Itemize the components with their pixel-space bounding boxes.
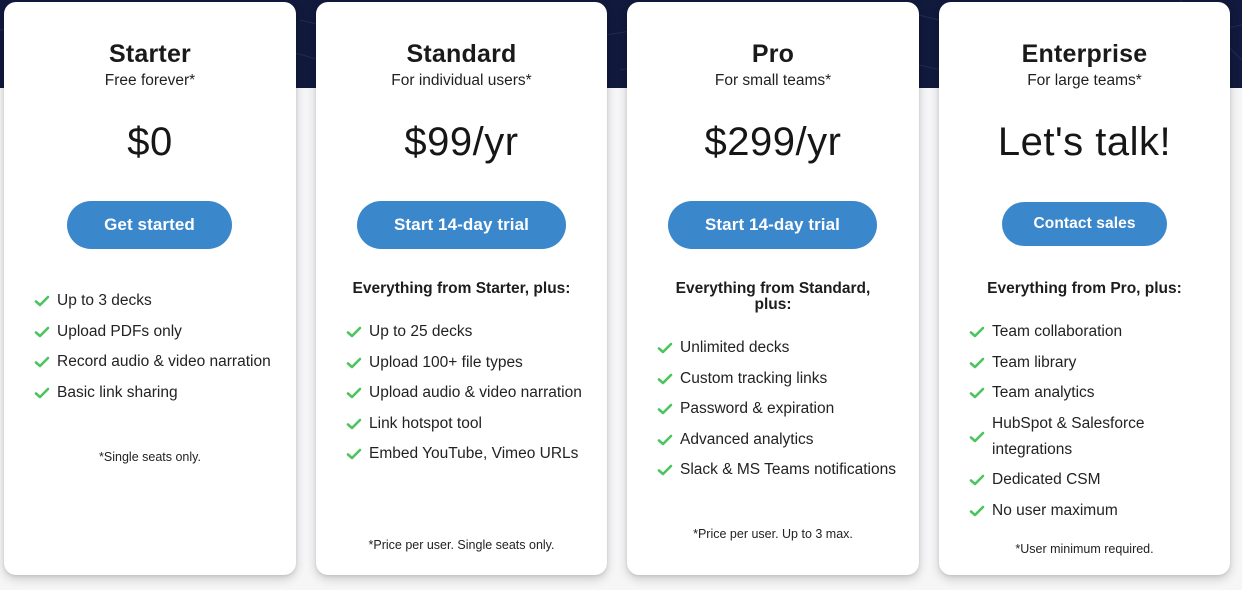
feature-label: Password & expiration	[680, 400, 835, 417]
check-icon	[657, 373, 673, 384]
feature-label: Slack & MS Teams notifications	[680, 461, 896, 478]
feature-label: No user maximum	[992, 501, 1118, 519]
feature-item: Record audio & video narration	[34, 349, 282, 375]
feature-label: Upload 100+ file types	[369, 353, 523, 371]
feature-label: Team collaboration	[992, 323, 1123, 340]
check-icon	[969, 387, 985, 399]
feature-label: Team library	[992, 353, 1077, 371]
feature-label: Basic link sharing	[57, 383, 178, 401]
plan-price: Let's talk!	[997, 120, 1172, 164]
plan-card-enterprise: Enterprise For large teams* Let's talk! …	[939, 2, 1230, 575]
check-icon	[346, 326, 362, 338]
plan-card-starter: Starter Free forever* $0 Get started Up …	[4, 2, 296, 575]
check-icon	[34, 326, 50, 337]
plan-subtitle: For small teams*	[714, 72, 832, 89]
check-icon	[969, 505, 985, 516]
feature-item: Dedicated CSM	[969, 467, 1216, 493]
feature-list: Up to 25 decks Upload 100+ file types Up…	[346, 319, 593, 472]
feature-label: Custom tracking links	[680, 369, 828, 387]
feature-label: Embed YouTube, Vimeo URLs	[369, 445, 579, 462]
feature-label: HubSpot & Salesforce integrations	[992, 414, 1145, 458]
feature-list: Unlimited decks Custom tracking links Pa…	[657, 335, 905, 488]
check-icon	[346, 448, 362, 460]
check-icon	[969, 431, 985, 442]
plan-price: $99/yr	[404, 120, 519, 164]
feature-item: HubSpot & Salesforce integrations	[969, 411, 1216, 463]
plan-price: $299/yr	[704, 120, 842, 164]
feature-label: Upload PDFs only	[57, 322, 182, 340]
feature-item: Link hotspot tool	[346, 411, 593, 437]
plan-name: Starter	[109, 40, 191, 68]
feature-label: Link hotspot tool	[369, 414, 482, 432]
plus-heading: Everything from Standard, plus:	[675, 280, 871, 313]
feature-item: Password & expiration	[657, 396, 905, 422]
check-icon	[969, 326, 985, 338]
check-icon	[346, 387, 362, 399]
feature-item: Slack & MS Teams notifications	[657, 457, 905, 483]
plan-subtitle: For individual users*	[391, 72, 532, 89]
start-trial-button[interactable]: Start 14-day trial	[357, 201, 566, 249]
feature-item: Team collaboration	[969, 319, 1216, 345]
feature-label: Team analytics	[992, 384, 1095, 401]
feature-label: Dedicated CSM	[992, 471, 1101, 488]
feature-item: Advanced analytics	[657, 427, 905, 453]
feature-item: Upload 100+ file types	[346, 350, 593, 376]
feature-item: Upload audio & video narration	[346, 380, 593, 406]
check-icon	[657, 464, 673, 476]
feature-list: Up to 3 decks Upload PDFs only Record au…	[34, 288, 282, 410]
plan-footnote: *Single seats only.	[99, 450, 201, 464]
plan-name: Pro	[751, 40, 795, 68]
plan-price: $0	[127, 120, 173, 164]
check-icon	[34, 295, 50, 307]
check-icon	[34, 387, 50, 398]
feature-item: Upload PDFs only	[34, 319, 282, 345]
plan-card-standard: Standard For individual users* $99/yr St…	[316, 2, 607, 575]
feature-label: Up to 25 decks	[369, 323, 473, 340]
plan-name: Standard	[406, 40, 517, 68]
start-trial-button[interactable]: Start 14-day trial	[668, 201, 877, 249]
plan-card-pro: Pro For small teams* $299/yr Start 14-da…	[627, 2, 919, 575]
contact-sales-button[interactable]: Contact sales	[1002, 202, 1167, 246]
feature-list: Team collaboration Team library Team ana…	[969, 319, 1216, 528]
feature-item: Unlimited decks	[657, 335, 905, 361]
feature-item: Basic link sharing	[34, 380, 282, 406]
pricing-cards: Starter Free forever* $0 Get started Up …	[0, 0, 1242, 590]
get-started-button[interactable]: Get started	[67, 201, 232, 249]
check-icon	[969, 474, 985, 486]
feature-item: Team analytics	[969, 380, 1216, 406]
plan-subtitle: For large teams*	[1027, 72, 1142, 89]
feature-item: Up to 25 decks	[346, 319, 593, 345]
plan-footnote: *User minimum required.	[1015, 542, 1154, 556]
feature-item: Custom tracking links	[657, 366, 905, 392]
feature-label: Record audio & video narration	[57, 353, 271, 370]
check-icon	[657, 342, 673, 354]
check-icon	[346, 357, 362, 368]
check-icon	[657, 434, 673, 445]
feature-item: Team library	[969, 350, 1216, 376]
check-icon	[969, 357, 985, 368]
feature-label: Advanced analytics	[680, 430, 814, 448]
feature-label: Upload audio & video narration	[369, 384, 582, 401]
plus-heading: Everything from Pro, plus:	[987, 280, 1182, 297]
plan-footnote: *Price per user. Up to 3 max.	[693, 527, 853, 541]
feature-item: Up to 3 decks	[34, 288, 282, 314]
feature-item: Embed YouTube, Vimeo URLs	[346, 441, 593, 467]
plan-subtitle: Free forever*	[104, 72, 196, 89]
check-icon	[657, 403, 673, 415]
feature-item: No user maximum	[969, 498, 1216, 524]
feature-label: Up to 3 decks	[57, 292, 152, 309]
check-icon	[34, 356, 50, 368]
plan-name: Enterprise	[1021, 40, 1148, 68]
feature-label: Unlimited decks	[680, 339, 790, 356]
check-icon	[346, 418, 362, 429]
plus-heading: Everything from Starter, plus:	[352, 280, 571, 297]
plan-footnote: *Price per user. Single seats only.	[368, 538, 555, 552]
